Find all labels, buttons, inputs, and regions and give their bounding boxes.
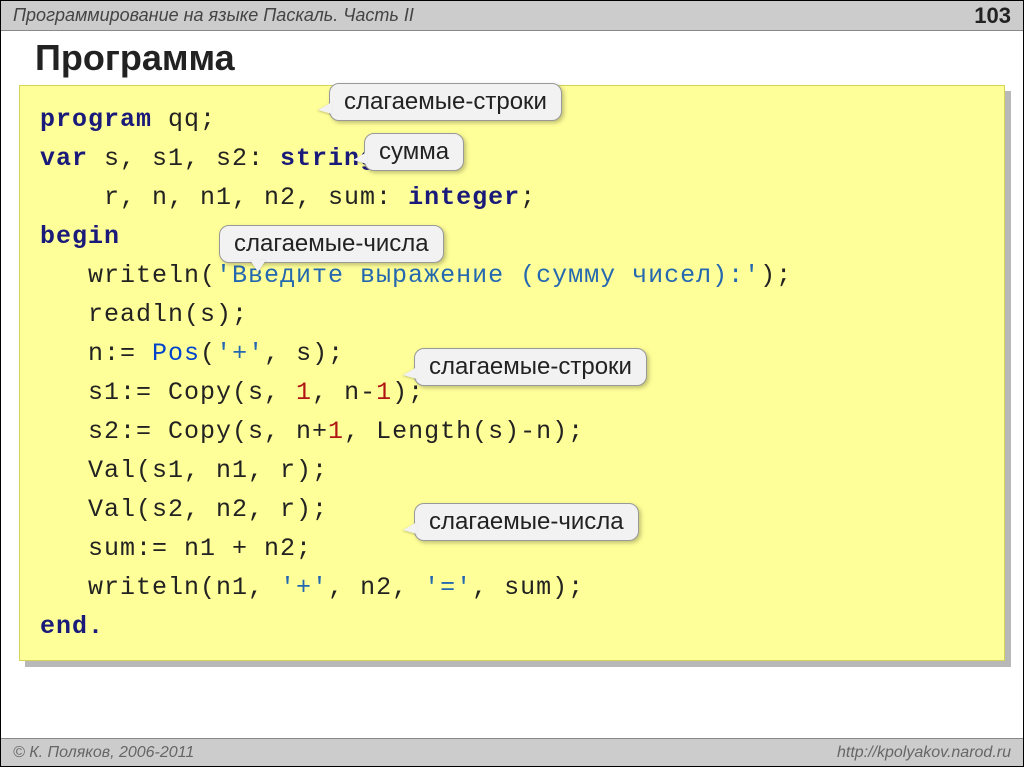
- code-text: Val(s2, n2, r);: [40, 495, 328, 524]
- string-literal: '+': [280, 573, 328, 602]
- code-text: s2:= Copy(s, n+: [40, 417, 328, 446]
- footer-url: http://kpolyakov.narod.ru: [837, 744, 1011, 762]
- page-title: Программа: [1, 31, 1023, 87]
- kw-end: end.: [40, 612, 104, 641]
- kw-begin: begin: [40, 222, 120, 251]
- code-text: , n2,: [328, 573, 424, 602]
- code-text: writeln(n1,: [40, 573, 280, 602]
- kw-program: program: [40, 105, 152, 134]
- code-text: sum:= n1 + n2;: [40, 534, 312, 563]
- kw-var: var: [40, 144, 88, 173]
- code-text: , sum);: [472, 573, 584, 602]
- fn-pos: Pos: [152, 339, 200, 368]
- string-literal: '+': [216, 339, 264, 368]
- page-number: 103: [974, 3, 1011, 29]
- code-text: writeln(: [40, 261, 216, 290]
- code-text: , s);: [264, 339, 344, 368]
- kw-integer: integer: [408, 183, 520, 212]
- footer-copyright: © К. Поляков, 2006-2011: [13, 744, 194, 762]
- code-text: , n-: [312, 378, 376, 407]
- footer-bar: © К. Поляков, 2006-2011 http://kpolyakov…: [1, 738, 1023, 766]
- code-text: s1:= Copy(s,: [40, 378, 296, 407]
- code-text: );: [760, 261, 792, 290]
- code-text: n:=: [40, 339, 152, 368]
- num-literal: 1: [328, 417, 344, 446]
- code-text: s, s1, s2:: [88, 144, 280, 173]
- string-literal: '=': [424, 573, 472, 602]
- callout-numbers-1: слагаемые-числа: [219, 225, 444, 263]
- header-bar: Программирование на языке Паскаль. Часть…: [1, 1, 1023, 31]
- num-literal: 1: [296, 378, 312, 407]
- code-text: qq;: [152, 105, 216, 134]
- header-title: Программирование на языке Паскаль. Часть…: [13, 5, 414, 26]
- num-literal: 1: [376, 378, 392, 407]
- code-text: ;: [520, 183, 536, 212]
- slide: Программирование на языке Паскаль. Часть…: [0, 0, 1024, 767]
- code-text: readln(s);: [40, 300, 248, 329]
- code-text: Val(s1, n1, r);: [40, 456, 328, 485]
- code-text: r, n, n1, n2, sum:: [40, 183, 408, 212]
- string-literal: 'Введите выражение (сумму чисел):': [216, 261, 760, 290]
- code-text: , Length(s)-n);: [344, 417, 584, 446]
- code-block: program qq; var s, s1, s2: string; r, n,…: [19, 85, 1005, 661]
- callout-strings-1: слагаемые-строки: [329, 83, 562, 121]
- callout-strings-2: слагаемые-строки: [414, 348, 647, 386]
- callout-numbers-2: слагаемые-числа: [414, 503, 639, 541]
- callout-sum: сумма: [364, 133, 464, 171]
- code-text: (: [200, 339, 216, 368]
